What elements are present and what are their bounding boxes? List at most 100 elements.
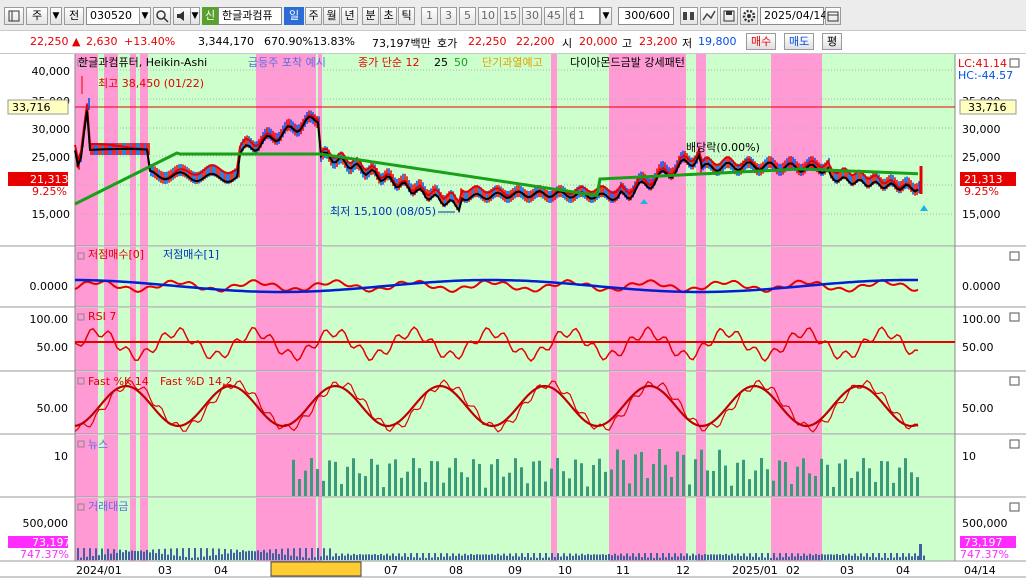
line-price-mark-right: 33,716 bbox=[968, 101, 1007, 114]
dropdown-arrow-icon[interactable]: ▼ bbox=[50, 7, 62, 25]
news-bar bbox=[754, 470, 757, 496]
date-input[interactable]: 2025/04/14 bbox=[760, 7, 827, 25]
amount-bar bbox=[551, 553, 553, 560]
minute-45-button[interactable]: 45 bbox=[544, 7, 564, 25]
minute-5-button[interactable]: 5 bbox=[459, 7, 476, 25]
period-minute-button[interactable]: 분 bbox=[362, 7, 379, 25]
layout-icon[interactable] bbox=[4, 7, 24, 25]
speaker-dropdown-icon[interactable]: ▼ bbox=[190, 7, 200, 25]
chart-canvas[interactable]: 40,000 35,000 30,000 25,000 15,000 35,00… bbox=[0, 54, 1026, 587]
zoom-tool-icon[interactable] bbox=[700, 7, 718, 25]
amount-bar bbox=[317, 548, 319, 560]
amount-bar bbox=[569, 553, 571, 560]
amount-bar bbox=[731, 553, 733, 560]
period-month-button[interactable]: 월 bbox=[323, 7, 340, 25]
legend-diamond: 다이아몬드금발 강세패턴 bbox=[570, 56, 685, 69]
amount-bar bbox=[686, 553, 688, 560]
amount-bar bbox=[308, 557, 310, 560]
tools-icon[interactable] bbox=[680, 7, 698, 25]
stock-type-select[interactable]: 주 bbox=[26, 7, 48, 25]
buy-button[interactable]: 매수 bbox=[746, 33, 777, 50]
period-tick-button[interactable]: 틱 bbox=[398, 7, 415, 25]
amount-bar bbox=[194, 548, 196, 560]
news-bar bbox=[898, 467, 901, 496]
news-axis-right: 10 bbox=[962, 450, 976, 463]
amount-bar bbox=[536, 557, 538, 560]
news-bar bbox=[322, 480, 325, 496]
panel-close-icon bbox=[1009, 58, 1020, 68]
amount-bar bbox=[353, 553, 355, 560]
amount-bar bbox=[344, 555, 346, 560]
amount-bar bbox=[434, 553, 436, 560]
amount-bar bbox=[845, 555, 847, 560]
amount-bar bbox=[443, 556, 445, 560]
amount-bar bbox=[578, 555, 580, 560]
news-bar bbox=[760, 458, 763, 496]
amount-bar bbox=[521, 553, 523, 560]
calendar-icon[interactable] bbox=[825, 7, 841, 25]
news-bar bbox=[394, 459, 397, 496]
amount-bar bbox=[629, 556, 631, 560]
news-bar bbox=[298, 479, 301, 496]
amount-bar bbox=[266, 552, 268, 560]
amount-bar bbox=[125, 550, 127, 560]
amount-bar bbox=[902, 553, 904, 560]
prev-button[interactable]: 전 bbox=[64, 7, 84, 25]
minute-1-button[interactable]: 1 bbox=[421, 7, 438, 25]
news-bar bbox=[850, 477, 853, 496]
minute-30-button[interactable]: 30 bbox=[522, 7, 542, 25]
legend-ma50: 50 bbox=[454, 56, 468, 69]
search-icon[interactable] bbox=[153, 7, 171, 25]
amount-bar bbox=[491, 554, 493, 560]
amount-bar bbox=[128, 551, 130, 560]
amount-bar bbox=[635, 556, 637, 560]
news-bar bbox=[334, 461, 337, 496]
amount-bar bbox=[512, 556, 514, 560]
period-week-button[interactable]: 주 bbox=[305, 7, 322, 25]
speaker-icon[interactable] bbox=[173, 7, 191, 25]
range-input[interactable]: 300/600 bbox=[618, 7, 674, 25]
amount-bar bbox=[662, 553, 664, 560]
news-bar bbox=[880, 460, 883, 496]
chart-area[interactable]: 40,000 35,000 30,000 25,000 15,000 35,00… bbox=[0, 54, 1026, 587]
amount-bar bbox=[431, 557, 433, 560]
news-bar bbox=[676, 451, 679, 496]
news-bar bbox=[688, 484, 691, 496]
amount-bar bbox=[704, 554, 706, 560]
sell-button[interactable]: 매도 bbox=[784, 33, 815, 50]
panel-low-buy-0: 저점매수[0] bbox=[88, 248, 144, 261]
period-second-button[interactable]: 초 bbox=[380, 7, 397, 25]
amount-bar bbox=[893, 557, 895, 560]
save-icon[interactable] bbox=[720, 7, 738, 25]
minute-15-button[interactable]: 15 bbox=[500, 7, 520, 25]
panel2-axis-right: 0.0000 bbox=[962, 280, 1001, 293]
amount-bar bbox=[206, 548, 208, 560]
amount-bar bbox=[362, 554, 364, 560]
period-day-button[interactable]: 일 bbox=[284, 7, 304, 25]
news-bar bbox=[352, 458, 355, 496]
amount-bar bbox=[221, 554, 223, 560]
amount-bar bbox=[428, 553, 430, 560]
news-bar bbox=[598, 458, 601, 496]
amount-bar bbox=[110, 553, 112, 560]
minute-3-button[interactable]: 3 bbox=[440, 7, 457, 25]
amount-bar bbox=[374, 554, 376, 560]
eval-button[interactable]: 평 bbox=[822, 33, 843, 50]
stock-name-field[interactable]: 한글과컴퓨 bbox=[218, 7, 282, 25]
code-dropdown-icon[interactable]: ▼ bbox=[139, 7, 151, 25]
period-year-button[interactable]: 년 bbox=[341, 7, 358, 25]
count-input[interactable]: 1 bbox=[574, 7, 600, 25]
amount-bar bbox=[209, 555, 211, 560]
stock-code-input[interactable]: 030520 bbox=[86, 7, 140, 25]
amount-bar bbox=[545, 553, 547, 560]
amount-bar bbox=[677, 556, 679, 560]
amount-bar bbox=[425, 557, 427, 560]
count-dropdown-icon[interactable]: ▼ bbox=[600, 7, 612, 25]
minute-10-button[interactable]: 10 bbox=[478, 7, 498, 25]
news-bar bbox=[292, 459, 295, 496]
news-bar bbox=[634, 454, 637, 496]
amount-bar bbox=[584, 555, 586, 560]
gear-icon[interactable] bbox=[740, 7, 758, 25]
news-bar bbox=[664, 464, 667, 496]
amount-bar bbox=[815, 553, 817, 560]
